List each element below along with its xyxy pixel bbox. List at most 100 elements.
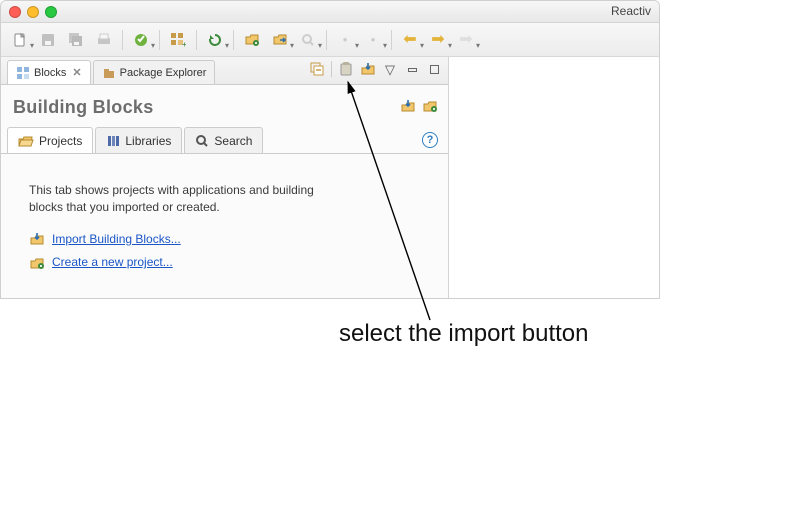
import-building-blocks-link[interactable]: Import Building Blocks... bbox=[52, 231, 181, 248]
dropdown-caret-icon: ▾ bbox=[355, 41, 359, 50]
view-menu-button[interactable]: ▽ bbox=[380, 59, 400, 79]
import-icon bbox=[29, 231, 45, 247]
package-explorer-icon bbox=[102, 66, 116, 80]
svg-text:+: + bbox=[182, 40, 186, 48]
up-dot-icon: • bbox=[343, 33, 348, 46]
panel-heading-row: Building Blocks bbox=[1, 85, 448, 126]
subtab-libraries[interactable]: Libraries bbox=[95, 127, 182, 153]
dropdown-caret-icon: ▾ bbox=[420, 41, 424, 50]
dropdown-caret-icon: ▾ bbox=[290, 41, 294, 50]
last-edit-button[interactable]: ➡▾ bbox=[453, 28, 479, 52]
collapse-all-button[interactable] bbox=[307, 59, 327, 79]
prev-annotation-button[interactable]: •▾ bbox=[332, 28, 358, 52]
help-button[interactable]: ? bbox=[422, 132, 438, 148]
open-folder-button[interactable] bbox=[239, 28, 265, 52]
minimize-window-button[interactable] bbox=[27, 6, 39, 18]
minimize-view-button[interactable] bbox=[402, 59, 422, 79]
minimize-icon bbox=[408, 68, 417, 72]
down-dot-icon: • bbox=[371, 33, 376, 46]
import-blocks-button[interactable] bbox=[400, 98, 416, 117]
heading-actions bbox=[400, 98, 438, 117]
collapse-all-icon bbox=[309, 61, 325, 77]
search-icon bbox=[195, 134, 209, 148]
arrow-left-icon: ⬅ bbox=[403, 32, 416, 48]
print-button[interactable] bbox=[91, 28, 117, 52]
zoom-window-button[interactable] bbox=[45, 6, 57, 18]
window-controls bbox=[9, 6, 57, 18]
subtab-search-label: Search bbox=[214, 134, 252, 148]
refresh-icon bbox=[207, 32, 223, 48]
document-icon bbox=[12, 32, 28, 48]
subtab-search[interactable]: Search bbox=[184, 127, 263, 153]
toolbar-separator bbox=[196, 30, 197, 50]
save-button[interactable] bbox=[35, 28, 61, 52]
maximize-icon bbox=[430, 65, 439, 74]
back-button[interactable]: ⬅▾ bbox=[397, 28, 423, 52]
folder-arrow-icon bbox=[272, 32, 288, 48]
dropdown-caret-icon: ▾ bbox=[383, 41, 387, 50]
build-button[interactable]: ▾ bbox=[128, 28, 154, 52]
open-type-button[interactable]: ▾ bbox=[267, 28, 293, 52]
import-button[interactable] bbox=[358, 59, 378, 79]
printer-icon bbox=[96, 32, 112, 48]
new-project-button[interactable] bbox=[422, 98, 438, 117]
grid-plus-icon: + bbox=[170, 32, 186, 48]
dropdown-caret-icon: ▾ bbox=[151, 41, 155, 50]
forward-button[interactable]: ➡▾ bbox=[425, 28, 451, 52]
dropdown-caret-icon: ▾ bbox=[448, 41, 452, 50]
subtab-libraries-label: Libraries bbox=[125, 134, 171, 148]
floppy-stack-icon bbox=[68, 32, 84, 48]
panel-subtabs: Projects Libraries Search ? bbox=[1, 126, 448, 154]
toolbar-separator bbox=[326, 30, 327, 50]
new-button[interactable]: ▾ bbox=[7, 28, 33, 52]
search-button[interactable]: ▾ bbox=[295, 28, 321, 52]
clipboard-icon bbox=[338, 61, 354, 77]
toolbar-separator bbox=[233, 30, 234, 50]
open-folder-icon bbox=[18, 134, 34, 148]
maximize-view-button[interactable] bbox=[424, 59, 444, 79]
open-folder-icon bbox=[244, 32, 260, 48]
dropdown-caret-icon: ▾ bbox=[225, 41, 229, 50]
build-icon bbox=[133, 32, 149, 48]
triangle-down-icon: ▽ bbox=[385, 63, 395, 76]
paste-button[interactable] bbox=[336, 59, 356, 79]
dropdown-caret-icon: ▾ bbox=[30, 41, 34, 50]
titlebar: Reactiv bbox=[1, 1, 659, 23]
close-window-button[interactable] bbox=[9, 6, 21, 18]
projects-tab-content: This tab shows projects with application… bbox=[1, 154, 448, 298]
subtab-projects[interactable]: Projects bbox=[7, 127, 93, 153]
tab-package-explorer-label: Package Explorer bbox=[120, 67, 207, 79]
refresh-button[interactable]: ▾ bbox=[202, 28, 228, 52]
blocks-panel: Blocks ✕ Package Explorer ▽ bbox=[1, 57, 449, 298]
tab-blocks-label: Blocks bbox=[34, 67, 66, 79]
panel-toolbar: ▽ bbox=[307, 59, 444, 79]
search-icon bbox=[300, 32, 316, 48]
import-link-row: Import Building Blocks... bbox=[29, 231, 428, 248]
import-icon bbox=[360, 61, 376, 77]
blocks-tab-icon bbox=[16, 66, 30, 80]
tab-blocks[interactable]: Blocks ✕ bbox=[7, 60, 91, 84]
app-window: Reactiv ▾ ▾ + ▾ bbox=[0, 0, 660, 299]
close-tab-icon[interactable]: ✕ bbox=[72, 66, 81, 79]
next-annotation-button[interactable]: •▾ bbox=[360, 28, 386, 52]
toolbar-separator bbox=[391, 30, 392, 50]
save-all-button[interactable] bbox=[63, 28, 89, 52]
subtab-projects-label: Projects bbox=[39, 134, 82, 148]
new-folder-icon bbox=[422, 98, 438, 114]
new-project-link-row: Create a new project... bbox=[29, 254, 428, 271]
create-new-project-link[interactable]: Create a new project... bbox=[52, 254, 173, 271]
projects-empty-description: This tab shows projects with application… bbox=[29, 182, 349, 217]
arrow-right-icon: ➡ bbox=[431, 32, 444, 48]
toolbar-separator bbox=[331, 61, 332, 77]
tab-package-explorer[interactable]: Package Explorer bbox=[93, 60, 216, 84]
arrow-right-dim-icon: ➡ bbox=[459, 32, 472, 48]
app-title: Reactiv bbox=[611, 4, 651, 18]
toolbar-separator bbox=[159, 30, 160, 50]
toolbar-separator bbox=[122, 30, 123, 50]
main-toolbar: ▾ ▾ + ▾ ▾ bbox=[1, 23, 659, 57]
import-icon bbox=[400, 98, 416, 114]
panel-tabstrip: Blocks ✕ Package Explorer ▽ bbox=[1, 57, 448, 85]
annotation-text: select the import button bbox=[339, 320, 588, 348]
new-block-button[interactable]: + bbox=[165, 28, 191, 52]
dropdown-caret-icon: ▾ bbox=[318, 41, 322, 50]
